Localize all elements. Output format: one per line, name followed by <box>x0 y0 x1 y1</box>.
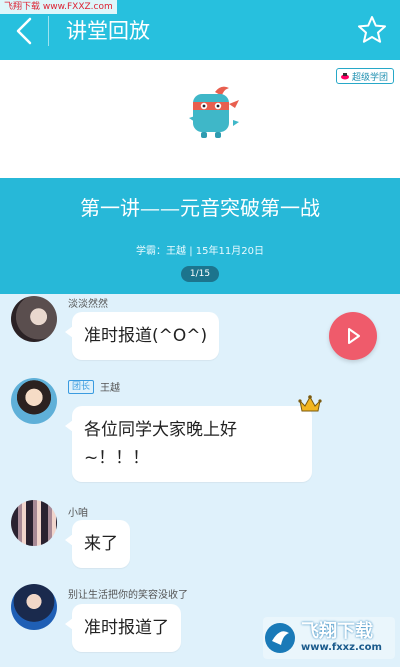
favorite-button[interactable] <box>356 14 388 46</box>
group-badge-label: 超级学团 <box>351 72 388 83</box>
chevron-left-icon <box>16 17 32 45</box>
message-bubble[interactable]: 准时报道了 <box>65 604 181 652</box>
watermark-logo-icon <box>265 623 295 653</box>
sender-name: 王越 <box>100 383 121 394</box>
message-bubble[interactable]: 各位同学大家晚上好 ~！！！ <box>65 406 312 482</box>
play-icon <box>348 328 360 344</box>
message-text: 来了 <box>84 534 118 554</box>
lesson-meta: 学霸：王越 | 15年11月20日 <box>136 246 264 257</box>
lesson-banner-image: 超级学团 <box>0 60 400 178</box>
page-title: 讲堂回放 <box>66 19 150 43</box>
lesson-info-panel: 第一讲——元音突破第一战 学霸：王越 | 15年11月20日 1/15 <box>0 178 400 294</box>
message-text: 准时报道了 <box>84 618 169 638</box>
message-bubble[interactable]: 来了 <box>65 520 130 568</box>
message-text: ~！！！ <box>84 448 150 468</box>
sender-name: 别让生活把你的笑容没收了 <box>68 590 188 601</box>
mascot-logo <box>189 86 239 138</box>
page-indicator: 1/15 <box>181 266 219 282</box>
sender-info: 团长 王越 <box>68 379 120 394</box>
sender-name: 小咱 <box>68 508 88 519</box>
star-outline-icon <box>358 16 386 43</box>
avatar[interactable] <box>11 584 57 630</box>
watermark-name: 飞翔下载 <box>301 621 373 642</box>
message-text: 准时报道(^O^) <box>84 326 208 346</box>
sender-info: 小咱 <box>68 504 88 519</box>
message-text: 各位同学大家晚上好 <box>84 420 237 440</box>
avatar[interactable] <box>11 500 57 546</box>
crown-icon <box>298 395 322 412</box>
back-button[interactable] <box>10 14 40 48</box>
avatar[interactable] <box>11 296 57 342</box>
role-tag: 团长 <box>68 379 95 394</box>
group-badge: 超级学团 <box>335 68 394 84</box>
header-divider <box>48 16 49 46</box>
cap-icon <box>340 73 349 80</box>
sender-name: 淡淡然然 <box>68 299 108 310</box>
message-bubble[interactable]: 准时报道(^O^) <box>64 312 220 360</box>
sender-info: 淡淡然然 <box>68 295 108 310</box>
sender-info: 别让生活把你的笑容没收了 <box>68 586 188 601</box>
lesson-title: 第一讲——元音突破第一战 <box>80 196 320 220</box>
watermark-url: www.fxxz.com <box>301 642 382 653</box>
avatar[interactable] <box>11 378 57 424</box>
watermark-logo: 飞翔下载 www.fxxz.com <box>263 617 395 659</box>
watermark-top: 飞翔下载 www.FXXZ.com <box>0 0 117 14</box>
play-button[interactable] <box>329 312 377 360</box>
